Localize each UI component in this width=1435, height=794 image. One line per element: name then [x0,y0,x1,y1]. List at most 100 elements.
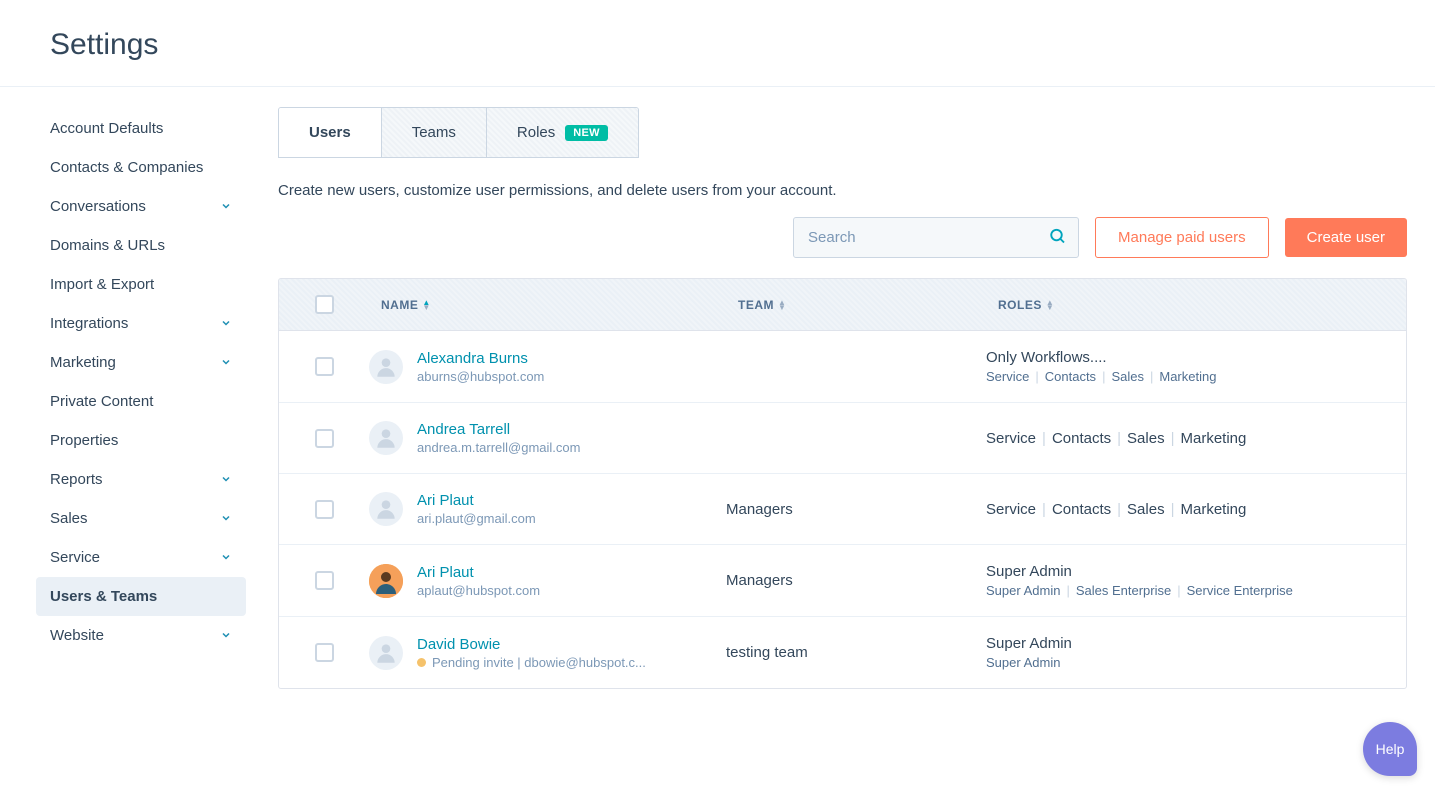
user-email: aburns@hubspot.com [417,369,544,384]
role-tag: Sales [1127,501,1165,518]
team-cell: Managers [726,501,986,518]
tab-roles[interactable]: RolesNEW [487,108,638,157]
chevron-down-icon [220,511,232,527]
row-checkbox[interactable] [315,500,334,519]
row-checkbox[interactable] [315,643,334,662]
sidebar-item-reports[interactable]: Reports [36,460,246,499]
user-email: andrea.m.tarrell@gmail.com [417,440,580,455]
avatar [369,636,403,670]
avatar [369,350,403,384]
row-checkbox[interactable] [315,357,334,376]
sidebar-item-import-export[interactable]: Import & Export [36,265,246,304]
role-tag: Marketing [1180,501,1246,518]
column-header-name[interactable]: NAME ▲▼ [369,279,726,330]
sidebar-item-website[interactable]: Website [36,616,246,655]
name-block: Ari Plautaplaut@hubspot.com [417,564,540,598]
sidebar-item-label: Import & Export [50,276,154,293]
role-tag: Super Admin [986,583,1060,598]
select-all-cell [279,279,369,330]
sidebar-item-private-content[interactable]: Private Content [36,382,246,421]
user-name-link[interactable]: Alexandra Burns [417,350,544,367]
row-checkbox-cell [279,500,369,519]
search-wrap [793,217,1079,258]
sort-icon: ▲▼ [778,300,786,310]
select-all-checkbox[interactable] [315,295,334,314]
column-header-roles-label: ROLES [998,298,1042,312]
users-table: NAME ▲▼ TEAM ▲▼ ROLES ▲▼ Alexandra Burns… [278,278,1407,689]
tab-teams[interactable]: Teams [382,108,487,157]
roles-cell: Super AdminSuper Admin|Sales Enterprise|… [986,563,1406,598]
sidebar-item-label: Service [50,549,100,566]
row-checkbox[interactable] [315,429,334,448]
manage-paid-users-button[interactable]: Manage paid users [1095,217,1269,258]
chevron-down-icon [220,316,232,332]
role-tag: Service [986,430,1036,447]
sidebar-item-label: Sales [50,510,88,527]
role-tag: Sales Enterprise [1076,583,1171,598]
tab-label: Users [309,124,351,141]
role-tag: Sales [1111,369,1144,384]
create-user-button[interactable]: Create user [1285,218,1407,257]
user-name-link[interactable]: Ari Plaut [417,492,536,509]
sort-icon: ▲▼ [1046,300,1054,310]
new-badge: NEW [565,125,608,141]
sidebar-item-label: Domains & URLs [50,237,165,254]
avatar [369,492,403,526]
roles-cell: Only Workflows....Service|Contacts|Sales… [986,349,1406,384]
sidebar-item-integrations[interactable]: Integrations [36,304,246,343]
user-name-link[interactable]: David Bowie [417,636,646,653]
separator: | [1117,501,1121,518]
row-checkbox[interactable] [315,571,334,590]
sidebar-item-label: Private Content [50,393,153,410]
roles-main: Only Workflows.... [986,349,1406,366]
chevron-down-icon [220,199,232,215]
search-input[interactable] [793,217,1079,258]
sort-icon: ▲▼ [422,300,430,310]
role-tag: Sales [1127,430,1165,447]
user-name-link[interactable]: Andrea Tarrell [417,421,580,438]
role-tag: Contacts [1045,369,1096,384]
separator: | [1102,369,1105,384]
roles-main: Super Admin [986,635,1406,652]
separator: | [1042,430,1046,447]
main-content: UsersTeamsRolesNEW Create new users, cus… [258,87,1435,689]
team-cell: Managers [726,572,986,589]
table-header: NAME ▲▼ TEAM ▲▼ ROLES ▲▼ [279,279,1406,331]
sidebar-item-domains-urls[interactable]: Domains & URLs [36,226,246,265]
sidebar-item-label: Users & Teams [50,588,157,605]
name-cell: Ari Plautari.plaut@gmail.com [369,492,726,526]
column-header-roles[interactable]: ROLES ▲▼ [986,279,1406,330]
table-row: Alexandra Burns aburns@hubspot.com Only Wo… [279,331,1406,403]
sidebar-item-label: Website [50,627,104,644]
roles-sub: Super Admin [986,655,1406,670]
help-button[interactable]: Help [1363,722,1417,776]
sidebar-item-service[interactable]: Service [36,538,246,577]
separator: | [1177,583,1180,598]
roles-cell: Super Admin Super Admin [986,635,1406,670]
user-name-link[interactable]: Ari Plaut [417,564,540,581]
sidebar-item-label: Integrations [50,315,128,332]
name-cell: Andrea Tarrell andrea.m.tarrell@gmail.com [369,421,726,455]
search-icon[interactable] [1049,227,1067,248]
row-checkbox-cell [279,429,369,448]
separator: | [1171,501,1175,518]
sidebar-item-marketing[interactable]: Marketing [36,343,246,382]
roles-cell: Service|Contacts|Sales|Marketing [986,430,1406,447]
sidebar-item-conversations[interactable]: Conversations [36,187,246,226]
separator: | [1066,583,1069,598]
column-header-team[interactable]: TEAM ▲▼ [726,279,986,330]
roles-sub: Service|Contacts|Sales|Marketing [986,369,1406,384]
page-title: Settings [0,0,1435,87]
sidebar-item-contacts-companies[interactable]: Contacts & Companies [36,148,246,187]
role-tag: Marketing [1180,430,1246,447]
sidebar-item-properties[interactable]: Properties [36,421,246,460]
table-row: David BowiePending invite | dbowie@hubsp… [279,617,1406,688]
sidebar-item-account-defaults[interactable]: Account Defaults [36,109,246,148]
tab-users[interactable]: Users [279,108,382,157]
tabs: Users TeamsRolesNEW [278,107,639,158]
name-block: Andrea Tarrell andrea.m.tarrell@gmail.com [417,421,580,455]
toolbar: Manage paid users Create user [278,217,1407,258]
row-checkbox-cell [279,643,369,662]
sidebar-item-sales[interactable]: Sales [36,499,246,538]
sidebar-item-users-teams[interactable]: Users & Teams [36,577,246,616]
